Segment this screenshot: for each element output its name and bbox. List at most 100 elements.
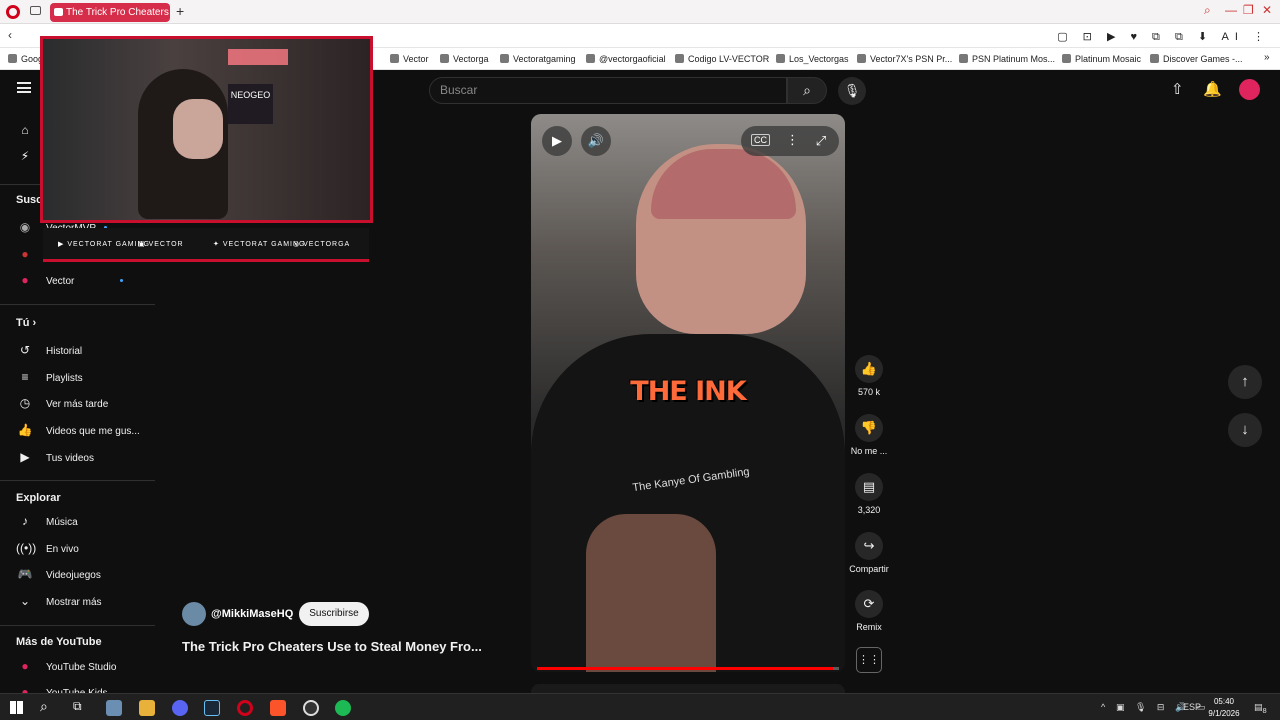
upload-icon[interactable]: ⇧ <box>1171 80 1184 98</box>
spotify-icon[interactable] <box>335 700 351 716</box>
subscribe-button[interactable]: Suscribirse <box>299 602 369 626</box>
file-explorer-icon[interactable] <box>139 700 155 716</box>
active-tab[interactable]: The Trick Pro Cheaters Us <box>50 3 170 22</box>
tab-title: The Trick Pro Cheaters Us <box>66 7 170 18</box>
dislike-button[interactable]: 👎 No me ... <box>846 414 892 456</box>
sidebar-item-history[interactable]: ↺ Historial <box>16 343 82 363</box>
ai-label[interactable]: AI <box>1222 31 1244 43</box>
windows-taskbar: ⌕ ⧉ ^ ▣ 🎙 ⊟ 🔊 ▭ ESP 05:40 9/1/2026 ▤8 <box>0 693 1280 720</box>
play-button[interactable]: ▶ <box>542 126 572 156</box>
bookmark-item[interactable]: PSN Platinum Mos... <box>959 54 1055 64</box>
bookmark-item[interactable]: Vector <box>390 54 429 64</box>
captions-icon[interactable]: CC <box>751 134 770 146</box>
bookmark-item[interactable]: Vectoratgaming <box>500 54 576 64</box>
chevron-right-icon: › <box>32 317 37 329</box>
explore-heading: Explorar <box>16 492 61 504</box>
sidebar-item-watch-later[interactable]: ◷ Ver más tarde <box>16 396 109 416</box>
sidebar-item-music[interactable]: ♪ Música <box>16 514 78 534</box>
search-input[interactable]: Buscar <box>429 77 787 104</box>
volume-button[interactable]: 🔊 <box>581 126 611 156</box>
sidebar-item-playlists[interactable]: ≡ Playlists <box>16 370 82 390</box>
share-button[interactable]: ↪ Compartir <box>846 532 892 574</box>
task-view-icon[interactable]: ⧉ <box>73 699 82 714</box>
notifications-icon[interactable]: ▤8 <box>1254 702 1267 715</box>
live-icon: ((•)) <box>16 541 37 555</box>
clock[interactable]: 05:40 9/1/2026 <box>1196 696 1252 720</box>
browser-tab-strip: The Trick Pro Cheaters Us + ⌕ — ❐ ✕ <box>0 0 1280 24</box>
video-title[interactable]: The Trick Pro Cheaters Use to Steal Mone… <box>182 639 482 654</box>
bookmark-item[interactable]: Codigo LV-VECTOR <box>675 54 769 64</box>
like-button[interactable]: 👍 570 k <box>846 355 892 397</box>
browser-toolbar-icons[interactable]: ▢ ⊡ ▶ ♥ ⧉ ⧉ ⬇ AI ⋮ <box>1057 30 1270 44</box>
subscription-item[interactable]: ● Vector <box>16 273 124 293</box>
remix-button[interactable]: ⟳ Remix <box>846 590 892 632</box>
taskbar-app-icon[interactable] <box>106 700 122 716</box>
opera-logo-icon[interactable] <box>6 5 20 19</box>
subscription-item[interactable]: ● <box>16 247 46 267</box>
bookmark-item[interactable]: Goog <box>8 54 43 64</box>
channel-avatar[interactable] <box>182 602 206 626</box>
menu-icon[interactable] <box>17 82 31 93</box>
new-tab-button[interactable]: + <box>176 3 184 19</box>
windows-start-icon[interactable] <box>10 701 23 714</box>
notifications-bell-icon[interactable]: 🔔 <box>1203 80 1222 98</box>
search-icon[interactable]: ⌕ <box>40 698 48 715</box>
sidebar-item-live[interactable]: ((•)) En vivo <box>16 541 79 561</box>
neon-sign <box>228 49 288 65</box>
obs-icon[interactable] <box>303 700 319 716</box>
account-avatar[interactable] <box>1239 79 1260 100</box>
you-heading[interactable]: Tú › <box>16 317 36 329</box>
tray-overflow-icon[interactable]: ^ <box>1101 702 1105 712</box>
sidebar-item-gaming[interactable]: 🎮 Videojuegos <box>16 567 101 587</box>
video-progress-bar[interactable] <box>537 667 839 670</box>
music-note-icon: ♪ <box>22 514 28 528</box>
bookmark-item[interactable]: Vector7X's PSN Pr... <box>857 54 952 64</box>
sidebar-item-your-videos[interactable]: ▶ Tus videos <box>16 450 94 470</box>
maximize-button[interactable]: ❐ <box>1243 3 1254 17</box>
instagram-social: ◎ VECTORGA <box>293 241 351 248</box>
new-content-dot <box>120 279 124 282</box>
more-options-icon[interactable]: ⋮ <box>786 132 799 148</box>
opera-taskbar-icon[interactable] <box>237 700 253 716</box>
thumbs-up-icon: 👍 <box>855 355 883 383</box>
comments-button[interactable]: ▤ 3,320 <box>846 473 892 515</box>
history-icon: ↺ <box>19 343 31 357</box>
bookmark-item[interactable]: Vectorga <box>440 54 489 64</box>
sidebar-item-show-more[interactable]: ⌄ Mostrar más <box>16 594 102 614</box>
thumbs-down-icon: 👎 <box>855 414 883 442</box>
remix-icon: ⟳ <box>855 590 883 618</box>
tab-switch-icon[interactable] <box>30 6 41 15</box>
close-window-button[interactable]: ✕ <box>1262 3 1272 17</box>
streamer-face <box>173 99 223 159</box>
minimize-button[interactable]: — <box>1225 3 1237 17</box>
video-progress-fill <box>537 667 833 670</box>
search-icon: ⌕ <box>803 82 811 98</box>
youtube-studio-icon: ● <box>21 659 29 673</box>
channel-name[interactable]: @MikkiMaseHQ <box>211 608 293 620</box>
arrow-up-icon: ↑ <box>1241 373 1249 390</box>
clock-icon: ◷ <box>19 396 31 410</box>
play-square-icon: ▶ <box>20 450 30 464</box>
bookmark-item[interactable]: @vectorgaoficial <box>586 54 666 64</box>
chevron-down-icon: ⌄ <box>19 594 31 608</box>
short-video-player[interactable]: The Kanye Of Gambling THE INK ▶ 🔊 CC ⋮ ⤢ <box>531 114 845 672</box>
webcam-overlay: NEOGEO <box>40 36 373 223</box>
bookmark-item[interactable]: Discover Games -... <box>1150 54 1243 64</box>
search-button[interactable]: ⌕ <box>787 77 827 104</box>
sound-waveform-button[interactable]: ⋮⋮ <box>856 647 882 673</box>
subscriptions-heading[interactable]: Susc <box>16 194 42 206</box>
fullscreen-button[interactable]: ⤢ <box>806 126 836 156</box>
steam-icon[interactable] <box>204 700 220 716</box>
next-short-button[interactable]: ↓ <box>1228 413 1262 447</box>
back-icon[interactable]: ‹ <box>8 28 12 42</box>
brave-icon[interactable] <box>270 700 286 716</box>
discord-icon[interactable] <box>172 700 188 716</box>
sidebar-item-liked[interactable]: 👍 Videos que me gus... <box>16 423 140 443</box>
previous-short-button[interactable]: ↑ <box>1228 365 1262 399</box>
sidebar-item-studio[interactable]: ● YouTube Studio <box>16 659 116 679</box>
bookmark-item[interactable]: Platinum Mosaic <box>1062 54 1141 64</box>
bookmarks-overflow-icon[interactable]: » <box>1264 52 1270 63</box>
bookmark-item[interactable]: Los_Vectorgas <box>776 54 849 64</box>
search-tabs-icon[interactable]: ⌕ <box>1204 3 1211 18</box>
voice-search-button[interactable]: 🎙 <box>838 77 866 105</box>
